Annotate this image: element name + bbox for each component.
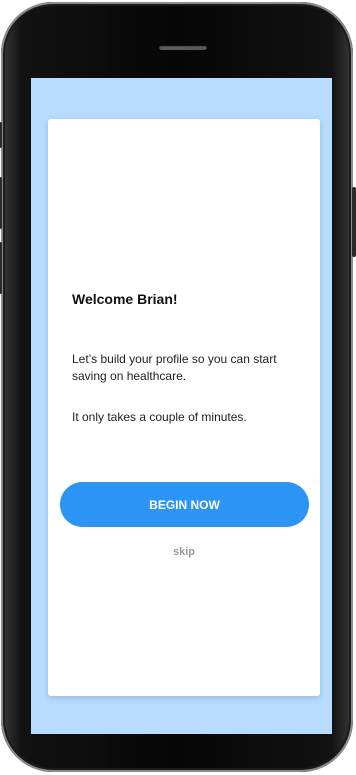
volume-up-button bbox=[0, 177, 2, 229]
onboarding-card: Welcome Brian! Let’s build your profile … bbox=[48, 119, 320, 696]
earpiece-speaker bbox=[159, 45, 207, 50]
mute-switch bbox=[0, 122, 2, 148]
welcome-title: Welcome Brian! bbox=[72, 291, 178, 307]
duration-text: It only takes a couple of minutes. bbox=[72, 410, 247, 424]
volume-down-button bbox=[0, 242, 2, 294]
intro-text: Let’s build your profile so you can star… bbox=[72, 352, 277, 383]
phone-frame: Welcome Brian! Let’s build your profile … bbox=[0, 2, 356, 772]
skip-link[interactable]: skip bbox=[48, 546, 320, 558]
app-screen: Welcome Brian! Let’s build your profile … bbox=[31, 78, 332, 734]
begin-now-button[interactable]: BEGIN NOW bbox=[60, 482, 309, 527]
power-button bbox=[352, 187, 356, 257]
